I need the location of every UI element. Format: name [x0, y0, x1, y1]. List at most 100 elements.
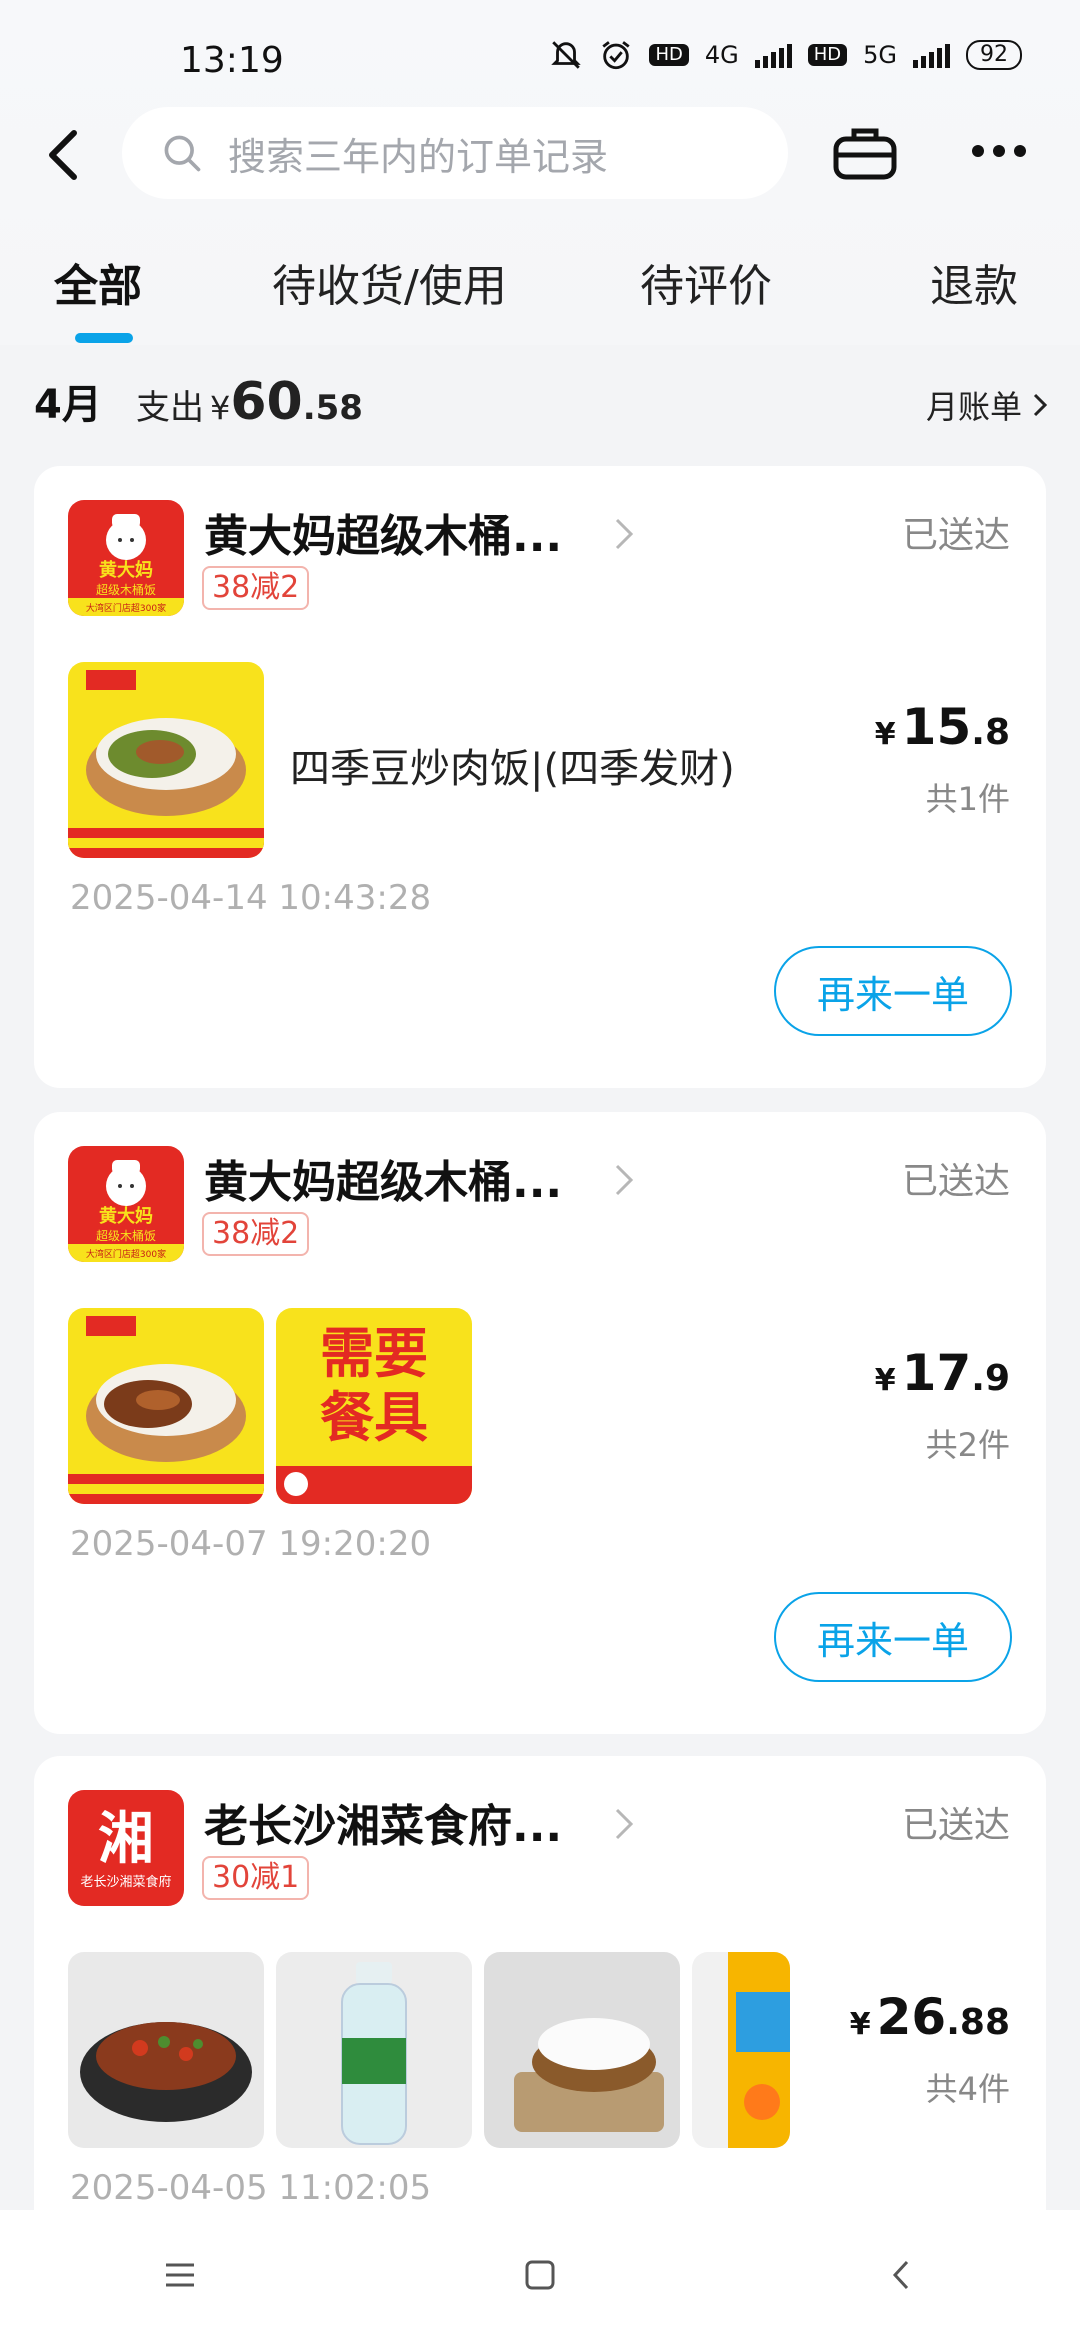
store-name[interactable]: 老长沙湘菜食府... — [204, 1790, 562, 1854]
item-count: 共2件 — [925, 1426, 1010, 1464]
item-thumbnails — [68, 662, 264, 858]
price-currency: ¥ — [874, 717, 896, 752]
network-4g-label: 4G — [704, 41, 739, 69]
monthly-bill-link[interactable]: 月账单 — [926, 382, 1048, 428]
order-card[interactable]: 黄大妈 超级木桶饭 大湾区门店超300家 黄大妈超级木桶... 38减2 已送达 — [34, 1112, 1046, 1734]
status-bar: 13:19 HD 4G HD 5G 92 — [0, 0, 1080, 110]
order-status: 已送达 — [901, 515, 1010, 556]
juice-box-image — [692, 1952, 790, 2148]
back-chevron-icon — [892, 2260, 909, 2290]
spend-dec: .58 — [302, 388, 363, 428]
tab-pending-receipt[interactable]: 待收货/使用 — [272, 250, 507, 314]
item-count: 共1件 — [925, 780, 1010, 818]
svg-text:大湾区门店超300家: 大湾区门店超300家 — [86, 602, 166, 614]
store-logo: 黄大妈 超级木桶饭 大湾区门店超300家 — [68, 1146, 184, 1262]
alarm-icon — [599, 38, 633, 72]
status-time: 13:19 — [180, 40, 284, 81]
svg-text:餐具: 餐具 — [320, 1386, 428, 1449]
rice-bowl-image — [484, 1952, 680, 2148]
network-5g-label: 5G — [863, 41, 897, 69]
spend-int: 60 — [230, 372, 303, 432]
mute-bell-icon — [549, 38, 583, 72]
status-icons: HD 4G HD 5G 92 — [549, 38, 1022, 72]
store-name[interactable]: 黄大妈超级木桶... — [204, 1146, 562, 1210]
menu-icon — [166, 2263, 194, 2287]
svg-text:超级木桶饭: 超级木桶饭 — [96, 1228, 156, 1243]
food-image — [68, 1952, 264, 2148]
svg-text:需要: 需要 — [320, 1322, 428, 1385]
svg-text:黄大妈: 黄大妈 — [99, 559, 153, 581]
spend-currency: ¥ — [210, 389, 231, 427]
chevron-right-icon — [1033, 393, 1048, 417]
reorder-button[interactable]: 再来一单 — [774, 946, 1012, 1036]
tab-pending-review[interactable]: 待评价 — [640, 250, 772, 314]
order-card[interactable]: 湘 老长沙湘菜食府 老长沙湘菜食府... 30减1 已送达 ¥ 26 .88 共… — [34, 1756, 1046, 2276]
item-count: 共4件 — [925, 2070, 1010, 2108]
search-input[interactable]: 搜索三年内的订单记录 — [122, 107, 788, 199]
bill-label: 月账单 — [925, 388, 1022, 426]
orders-screen: 13:19 HD 4G HD 5G 92 搜索三年内的订单记录 全部 待收货/使… — [0, 0, 1080, 2340]
svg-text:湘: 湘 — [98, 1806, 154, 1872]
order-price: ¥ 17 .9 — [875, 1344, 1010, 1402]
chevron-right-icon — [615, 1808, 634, 1840]
back-nav-button[interactable] — [870, 2245, 930, 2305]
svg-text:老长沙湘菜食府: 老长沙湘菜食府 — [80, 1874, 171, 1890]
reorder-button[interactable]: 再来一单 — [774, 1592, 1012, 1682]
price-dec: .88 — [946, 2002, 1010, 2043]
item-name: 四季豆炒肉饭|(四季发财) — [290, 746, 735, 792]
item-thumbnails: 需要 餐具 — [68, 1308, 472, 1504]
spend-label: 支出 — [136, 388, 204, 428]
back-button[interactable] — [40, 127, 90, 183]
hd-badge-1: HD — [649, 44, 689, 66]
order-date: 2025-04-14 10:43:28 — [70, 878, 432, 918]
toolbox-button[interactable] — [832, 125, 898, 181]
search-icon — [164, 135, 201, 172]
price-currency: ¥ — [849, 2007, 871, 2042]
spend-total: 支出 ¥ 60 .58 — [136, 372, 363, 432]
promo-badge: 30减1 — [202, 1856, 310, 1900]
promo-badge: 38减2 — [202, 566, 310, 610]
chevron-right-icon — [615, 518, 634, 550]
back-arrow-icon — [49, 130, 77, 180]
tab-active-indicator — [75, 333, 133, 343]
search-placeholder: 搜索三年内的订单记录 — [228, 134, 609, 179]
month-label: 4月 — [34, 382, 102, 428]
water-bottle-image — [276, 1952, 472, 2148]
home-square-icon — [525, 2260, 555, 2290]
price-int: 26 — [876, 1988, 947, 2046]
order-date: 2025-04-07 19:20:20 — [70, 1524, 432, 1564]
order-status: 已送达 — [901, 1805, 1010, 1846]
order-status: 已送达 — [901, 1161, 1010, 1202]
price-dec: .8 — [971, 712, 1010, 753]
hd-badge-2: HD — [807, 44, 848, 66]
briefcase-icon — [833, 128, 897, 180]
price-int: 17 — [901, 1344, 972, 1402]
store-logo: 湘 老长沙湘菜食府 — [68, 1790, 184, 1906]
store-name[interactable]: 黄大妈超级木桶... — [204, 500, 562, 564]
dot-icon — [1014, 145, 1026, 157]
order-price: ¥ 26 .88 — [850, 1988, 1010, 2046]
price-dec: .9 — [971, 1358, 1010, 1399]
food-image — [68, 662, 264, 858]
dot-icon — [993, 145, 1005, 157]
top-area: 13:19 HD 4G HD 5G 92 搜索三年内的订单记录 全部 待收货/使… — [0, 0, 1080, 345]
header: 搜索三年内的订单记录 — [0, 105, 1080, 205]
menu-nav-button[interactable] — [150, 2245, 210, 2305]
tab-bar: 全部 待收货/使用 待评价 退款 — [0, 250, 1080, 350]
store-logo: 黄大妈 超级木桶饭 大湾区门店超300家 — [68, 500, 184, 616]
svg-text:大湾区门店超300家: 大湾区门店超300家 — [86, 1248, 166, 1260]
svg-text:超级木桶饭: 超级木桶饭 — [96, 582, 156, 597]
home-nav-button[interactable] — [510, 2245, 570, 2305]
tab-all[interactable]: 全部 — [54, 250, 142, 314]
tab-refund[interactable]: 退款 — [930, 250, 1018, 314]
chevron-right-icon — [615, 1164, 634, 1196]
more-options-button[interactable] — [972, 131, 1032, 171]
order-card[interactable]: 黄大妈 超级木桶饭 大湾区门店超300家 黄大妈超级木桶... 38减2 已送达 — [34, 466, 1046, 1088]
dot-icon — [972, 145, 984, 157]
price-currency: ¥ — [874, 1363, 896, 1398]
food-image — [68, 1308, 264, 1504]
svg-text:黄大妈: 黄大妈 — [99, 1205, 153, 1227]
order-price: ¥ 15 .8 — [875, 698, 1010, 756]
signal-icon-1 — [754, 42, 792, 68]
price-int: 15 — [901, 698, 972, 756]
